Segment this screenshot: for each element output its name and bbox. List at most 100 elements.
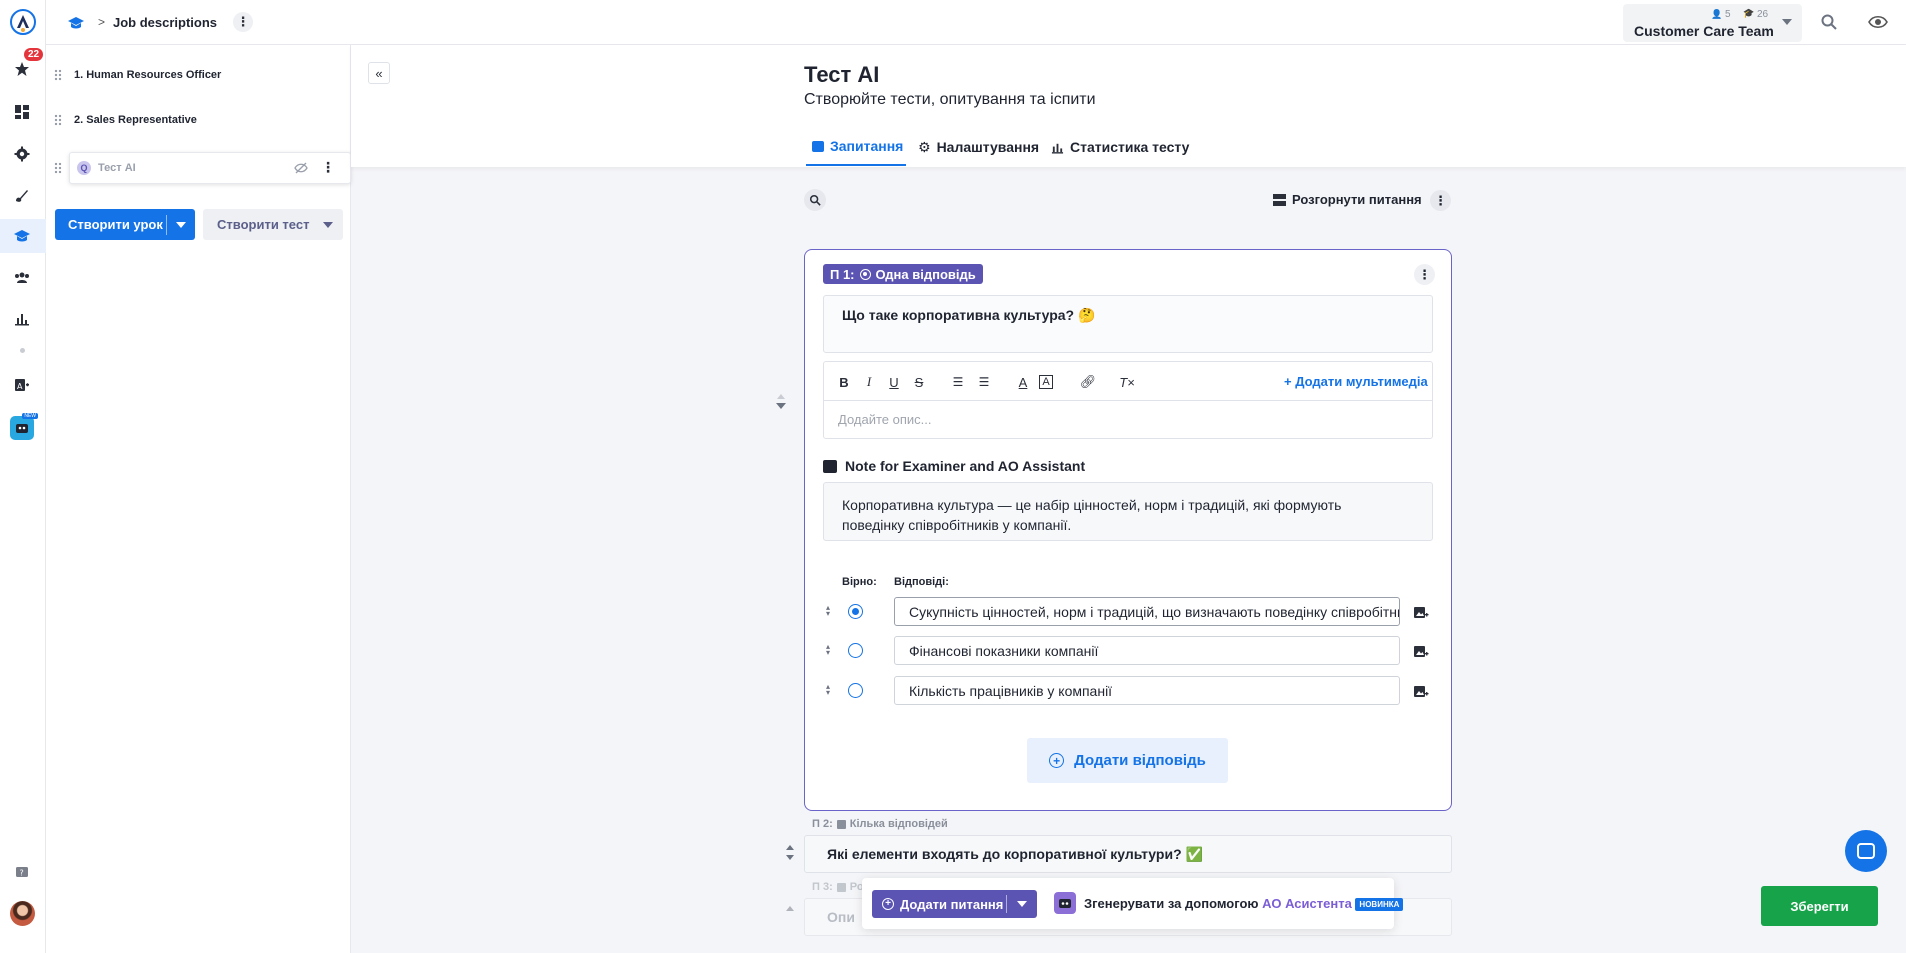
tab-questions[interactable]: Запитання — [806, 128, 906, 166]
more-vertical-icon[interactable]: ⋮ — [1430, 190, 1451, 211]
question-number: П 2: — [812, 818, 833, 830]
create-test-dropdown[interactable] — [315, 209, 343, 240]
question-text-field[interactable]: Що таке корпоративна культура? 🤔 — [823, 295, 1433, 353]
lesson-label: 1. Human Resources Officer — [74, 69, 222, 81]
lesson-item[interactable]: 1. Human Resources Officer — [46, 53, 351, 97]
collapse-sidebar-button[interactable]: « — [368, 62, 390, 84]
rail-dot — [20, 348, 25, 353]
search-icon[interactable] — [1820, 13, 1838, 31]
ai-assistant-new-icon[interactable]: NEW — [10, 413, 38, 440]
generate-link[interactable]: АО Асистента — [1262, 896, 1352, 911]
answer-input[interactable]: Сукупність цінностей, норм і традицій, щ… — [894, 597, 1400, 626]
question-card-collapsed[interactable]: Які елементи входять до корпоративної ку… — [804, 835, 1452, 873]
add-question-label: Додати питання — [900, 896, 1004, 912]
drag-handle-icon[interactable] — [54, 162, 62, 174]
tab-label: Запитання — [830, 138, 904, 154]
graduation-cap-icon[interactable] — [68, 15, 84, 31]
question-3-type: П 3: Ро — [812, 881, 864, 893]
search-questions-button[interactable] — [804, 189, 826, 211]
breadcrumb-title[interactable]: Job descriptions — [113, 15, 217, 30]
expand-questions-button[interactable]: Розгорнути питання — [1273, 192, 1422, 207]
question-text: Які елементи входять до корпоративної ку… — [827, 846, 1203, 862]
app-logo[interactable] — [10, 9, 36, 35]
create-lesson-button[interactable]: Створити урок — [55, 209, 166, 240]
link-icon[interactable]: 🔗︎ — [1079, 373, 1097, 391]
users-icon[interactable] — [11, 267, 33, 289]
text-color-icon[interactable]: A — [1014, 373, 1032, 391]
chat-launcher-button[interactable] — [1845, 830, 1887, 872]
add-media-link[interactable]: + Додати мультимедіа — [1284, 374, 1428, 389]
description-editor: B I U S ☰ ☰ A A 🔗︎ T× + Додати мультимед… — [823, 361, 1433, 439]
correct-radio[interactable] — [848, 604, 863, 619]
add-image-icon[interactable] — [1413, 644, 1429, 660]
tab-statistics[interactable]: Статистика тесту — [1051, 128, 1189, 166]
expand-label: Розгорнути питання — [1292, 192, 1422, 207]
answer-input[interactable]: Фінансові показники компанії — [894, 636, 1400, 665]
preview-eye-icon[interactable] — [1868, 12, 1888, 32]
star-icon[interactable] — [11, 58, 33, 80]
create-test-button[interactable]: Створити тест — [203, 209, 315, 240]
bullet-list-icon[interactable]: ☰ — [975, 373, 993, 391]
save-button[interactable]: Зберегти — [1761, 886, 1878, 926]
graduation-cap-icon[interactable] — [11, 225, 33, 247]
create-lesson-dropdown[interactable] — [167, 209, 195, 240]
correct-radio[interactable] — [848, 683, 863, 698]
bold-icon[interactable]: B — [835, 373, 853, 391]
brush-icon[interactable] — [11, 184, 33, 206]
user-avatar[interactable] — [10, 901, 35, 926]
note-field[interactable]: Корпоративна культура — це набір цінност… — [823, 482, 1433, 541]
gear-icon[interactable] — [11, 143, 33, 165]
underline-icon[interactable]: U — [885, 373, 903, 391]
question-text: Опи — [827, 909, 855, 925]
tab-label: Налаштування — [936, 139, 1040, 155]
strikethrough-icon[interactable]: S — [910, 373, 928, 391]
reorder-arrows-icon[interactable]: ▴ ▾ — [824, 604, 832, 619]
add-image-icon[interactable] — [1413, 605, 1429, 621]
lesson-item-active[interactable]: Q Тест AI ⋮ — [69, 152, 351, 184]
reorder-arrows-icon[interactable]: ▴ ▾ — [824, 643, 832, 658]
chevron-down-icon — [1017, 901, 1027, 907]
reorder-arrows-icon[interactable]: ▴ ▾ — [824, 683, 832, 698]
chat-bubble-icon — [812, 140, 824, 152]
add-answer-button[interactable]: + Додати відповідь — [1027, 738, 1228, 783]
generate-with-assistant[interactable]: Згенерувати за допомогою АО Асистента НО… — [1084, 896, 1404, 912]
description-field[interactable]: Додайте опис... — [838, 412, 932, 427]
quiz-icon: Q — [77, 161, 91, 175]
team-switcher[interactable]: 👤 5 🎓 26 Customer Care Team — [1623, 4, 1802, 42]
reorder-arrows-icon[interactable] — [785, 906, 795, 926]
clear-format-icon[interactable]: T× — [1118, 373, 1136, 391]
gear-icon: ⚙ — [918, 138, 931, 155]
plus-circle-icon: + — [1049, 753, 1065, 768]
learner-count: 26 — [1757, 9, 1769, 20]
bar-chart-icon[interactable] — [11, 308, 33, 330]
question-number: П 1: — [830, 266, 855, 282]
question-number: П 3: — [812, 881, 833, 893]
add-question-dropdown[interactable] — [1007, 890, 1037, 918]
bar-chart-icon — [1051, 143, 1064, 154]
italic-icon[interactable]: I — [860, 373, 878, 391]
answer-input[interactable]: Кількість працівників у компанії — [894, 676, 1400, 705]
dashboard-icon[interactable] — [11, 101, 33, 123]
help-icon[interactable]: ? — [11, 862, 33, 884]
question-type-tag[interactable]: П 1: Одна відповідь — [823, 264, 983, 284]
create-lesson-split-button: Створити урок — [55, 209, 195, 240]
question-2-type: П 2: Кілька відповідей — [812, 818, 948, 830]
ordered-list-icon[interactable]: ☰ — [949, 373, 967, 391]
reorder-arrows-icon[interactable] — [776, 394, 786, 412]
highlight-color-icon[interactable]: A — [1039, 375, 1053, 389]
more-vertical-icon[interactable]: ⋮ — [233, 12, 253, 32]
more-vertical-icon[interactable]: ⋮ — [1414, 264, 1435, 285]
tab-settings[interactable]: ⚙ Налаштування — [918, 128, 1039, 166]
lesson-item[interactable]: 2. Sales Representative — [46, 98, 351, 142]
drag-handle-icon[interactable] — [54, 69, 62, 81]
correct-radio[interactable] — [848, 643, 863, 658]
note-header: Note for Examiner and AO Assistant — [823, 458, 1085, 474]
reorder-arrows-icon[interactable] — [785, 845, 795, 865]
hidden-eye-icon[interactable] — [294, 161, 308, 175]
translate-icon[interactable]: A — [11, 374, 33, 396]
correct-header: Вірно: — [842, 576, 877, 588]
add-image-icon[interactable] — [1413, 684, 1429, 700]
more-vertical-icon[interactable]: ⋮ — [321, 159, 335, 176]
drag-handle-icon[interactable] — [54, 114, 62, 126]
add-question-button[interactable]: + Додати питання — [872, 890, 1006, 918]
